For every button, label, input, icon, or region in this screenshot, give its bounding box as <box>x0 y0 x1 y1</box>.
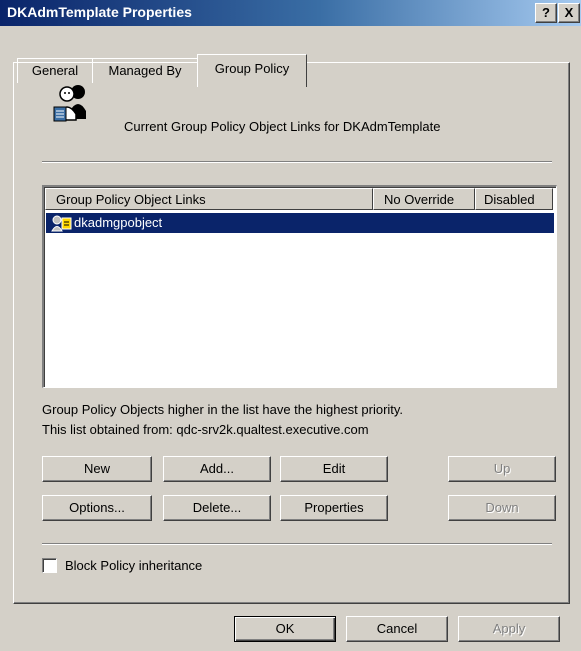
cancel-button-label: Cancel <box>376 621 418 636</box>
column-header-no-override[interactable]: No Override <box>373 188 475 210</box>
header-text: Current Group Policy Object Links for DK… <box>124 119 441 134</box>
new-button[interactable]: New <box>42 456 152 482</box>
block-inheritance-label[interactable]: Block Policy inheritance <box>65 558 202 573</box>
tab-group-policy[interactable]: Group Policy <box>197 54 307 87</box>
up-button-label: Up <box>493 461 511 476</box>
separator-top <box>42 161 552 163</box>
tab-group-policy-label: Group Policy <box>214 61 290 76</box>
separator-bottom <box>42 543 552 545</box>
column-header-disabled[interactable]: Disabled <box>475 188 553 210</box>
title-bar[interactable]: DKAdmTemplate Properties ? X <box>0 0 581 26</box>
options-button[interactable]: Options... <box>42 495 152 521</box>
options-button-label: Options... <box>69 500 125 515</box>
tab-panel-group-policy: Current Group Policy Object Links for DK… <box>13 62 570 604</box>
close-button[interactable]: X <box>558 3 580 23</box>
add-button[interactable]: Add... <box>163 456 271 482</box>
edit-button-label: Edit <box>322 461 346 476</box>
ok-button-label: OK <box>275 621 295 636</box>
gpo-links-list[interactable]: Group Policy Object Links No Override Di… <box>42 185 557 388</box>
column-header-links-label: Group Policy Object Links <box>56 192 206 207</box>
info-priority-text: Group Policy Objects higher in the list … <box>42 402 404 417</box>
up-button[interactable]: Up <box>448 456 556 482</box>
column-header-disabled-label: Disabled <box>484 192 535 207</box>
delete-button-label: Delete... <box>192 500 242 515</box>
column-header-no-override-label: No Override <box>384 192 455 207</box>
properties-dialog: DKAdmTemplate Properties ? X General Man… <box>0 0 581 651</box>
list-item-label: dkadmgpobject <box>74 215 163 230</box>
column-header-links[interactable]: Group Policy Object Links <box>45 188 373 210</box>
apply-button-label: Apply <box>492 621 526 636</box>
apply-button[interactable]: Apply <box>458 616 560 642</box>
list-item[interactable]: dkadmgpobject <box>46 213 554 233</box>
cancel-button[interactable]: Cancel <box>346 616 448 642</box>
help-button[interactable]: ? <box>535 3 557 23</box>
edit-button[interactable]: Edit <box>280 456 388 482</box>
down-button-label: Down <box>485 500 519 515</box>
ok-button[interactable]: OK <box>234 616 336 642</box>
properties-button[interactable]: Properties <box>280 495 388 521</box>
group-users-icon <box>50 81 94 125</box>
info-source-text: This list obtained from: qdc-srv2k.qualt… <box>42 422 369 437</box>
window-title: DKAdmTemplate Properties <box>7 4 192 20</box>
block-inheritance-checkbox[interactable] <box>42 558 57 573</box>
properties-button-label: Properties <box>304 500 364 515</box>
down-button[interactable]: Down <box>448 495 556 521</box>
add-button-label: Add... <box>200 461 234 476</box>
new-button-label: New <box>83 461 110 476</box>
group-policy-object-icon <box>50 214 72 235</box>
delete-button[interactable]: Delete... <box>163 495 271 521</box>
